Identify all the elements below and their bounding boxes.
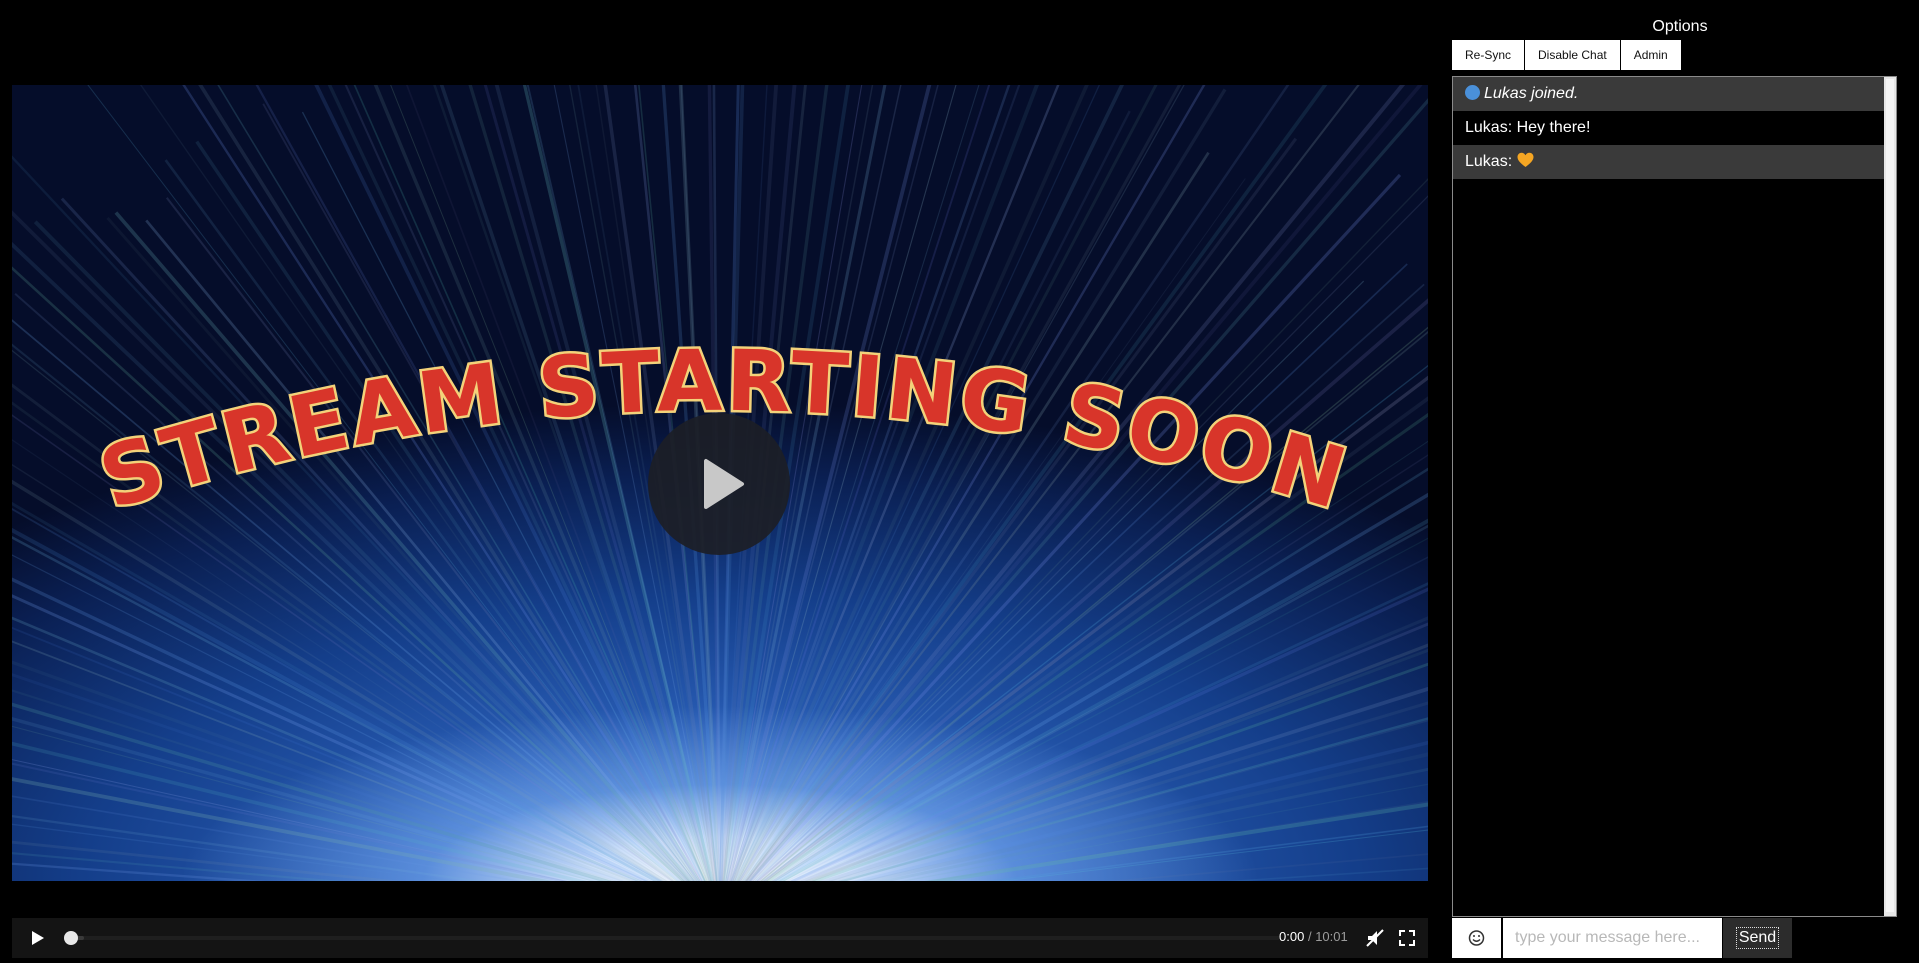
- chat-log[interactable]: Lukas joined. Lukas: Hey there! Lukas:: [1452, 76, 1897, 917]
- fullscreen-button[interactable]: [1397, 928, 1417, 948]
- chat-message-input[interactable]: [1503, 918, 1722, 958]
- admin-button[interactable]: Admin: [1620, 40, 1681, 70]
- chat-message-system: Lukas joined.: [1453, 77, 1884, 111]
- video-controls-bar: 0:00 / 10:01: [12, 918, 1428, 958]
- options-button-row: Re-Sync Disable Chat Admin: [1452, 40, 1682, 71]
- orange-heart-icon: [1517, 152, 1534, 167]
- muted-speaker-icon: [1366, 929, 1384, 947]
- chat-message: Lukas: Hey there!: [1453, 111, 1884, 145]
- status-dot-icon: [1465, 85, 1480, 100]
- time-display: 0:00 / 10:01: [1279, 929, 1348, 944]
- chat-message-text: Lukas:: [1465, 153, 1513, 170]
- smiley-icon: [1468, 930, 1485, 946]
- current-time: 0:00: [1279, 929, 1305, 944]
- play-icon: [704, 459, 744, 509]
- send-button[interactable]: Send: [1723, 918, 1792, 958]
- video-frame: STREAM STARTING SOON: [12, 85, 1428, 881]
- send-button-label: Send: [1735, 927, 1780, 949]
- big-play-button[interactable]: [648, 413, 790, 555]
- fullscreen-icon: [1399, 930, 1415, 946]
- duration: 10:01: [1315, 929, 1348, 944]
- emoji-picker-button[interactable]: [1452, 918, 1501, 958]
- play-button[interactable]: [26, 927, 48, 949]
- play-icon: [32, 931, 44, 945]
- system-message-text: Lukas joined.: [1484, 85, 1579, 102]
- seek-thumb[interactable]: [64, 931, 78, 945]
- time-separator: /: [1307, 929, 1312, 944]
- chat-message-text: Lukas: Hey there!: [1465, 119, 1591, 136]
- options-title: Options: [1652, 18, 1708, 35]
- chat-scrollbar[interactable]: [1884, 77, 1896, 916]
- mute-button[interactable]: [1365, 928, 1385, 948]
- video-player[interactable]: STREAM STARTING SOON: [12, 85, 1428, 881]
- seek-bar[interactable]: [64, 931, 1280, 945]
- resync-button[interactable]: Re-Sync: [1452, 40, 1525, 70]
- disable-chat-button[interactable]: Disable Chat: [1525, 40, 1620, 70]
- scrollbar-thumb[interactable]: [1886, 79, 1894, 912]
- chat-message: Lukas:: [1453, 145, 1884, 179]
